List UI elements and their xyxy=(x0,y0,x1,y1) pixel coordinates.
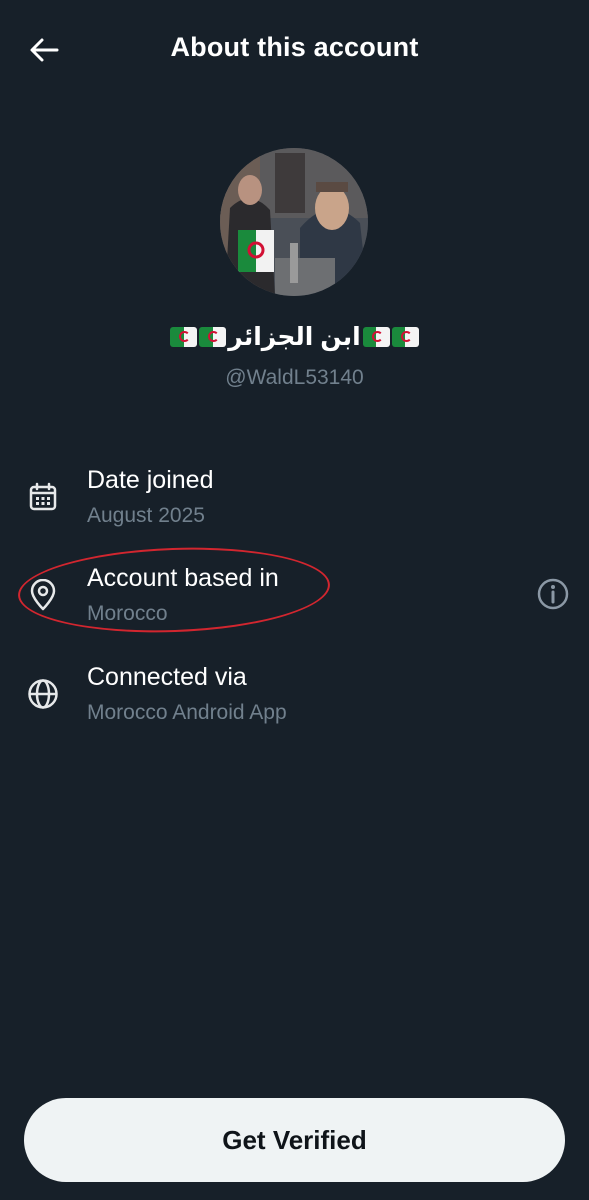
algeria-flag-icon xyxy=(170,327,198,347)
account-based-in-value: Morocco xyxy=(87,602,168,625)
username-handle: @WaldL53140 xyxy=(225,366,364,389)
connected-via-row: Connected via Morocco Android App xyxy=(0,661,589,741)
display-name-text: ابن الجزائر xyxy=(228,323,361,351)
account-based-in-row: Account based in Morocco xyxy=(0,562,589,642)
header: About this account xyxy=(0,0,589,100)
connected-via-label: Connected via xyxy=(87,663,247,691)
date-joined-value: August 2025 xyxy=(87,504,205,527)
info-button[interactable] xyxy=(534,575,572,613)
date-joined-row: Date joined August 2025 xyxy=(0,464,589,544)
display-name: ابن الجزائر xyxy=(0,322,589,352)
date-joined-label: Date joined xyxy=(87,466,214,494)
avatar[interactable] xyxy=(220,148,368,296)
about-account-screen: About this account ابن الجزائر @WaldL531… xyxy=(0,0,589,1200)
avatar-photo xyxy=(220,148,368,296)
page-title: About this account xyxy=(170,32,419,62)
info-circle-icon xyxy=(537,578,569,610)
calendar-icon xyxy=(26,480,60,514)
connected-via-value: Morocco Android App xyxy=(87,701,287,724)
algeria-flag-icon xyxy=(362,327,390,347)
algeria-flag-icon xyxy=(199,327,227,347)
location-pin-icon xyxy=(26,578,60,612)
get-verified-button[interactable]: Get Verified xyxy=(24,1098,565,1182)
algeria-flag-icon xyxy=(391,327,419,347)
account-based-in-label: Account based in xyxy=(87,564,279,592)
globe-icon xyxy=(26,677,60,711)
